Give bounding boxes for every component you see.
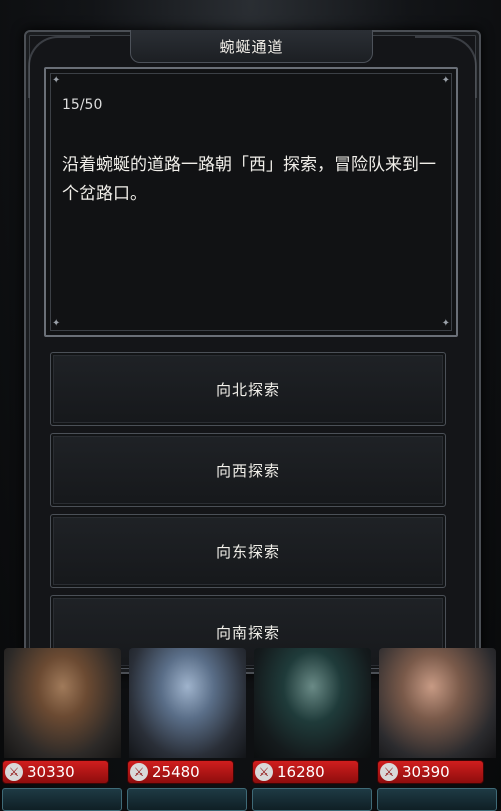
hero-stat-strip: [127, 788, 247, 811]
hero-hp-value: 30390: [402, 763, 450, 781]
sword-shield-icon: ⚔: [380, 763, 398, 781]
option-label: 向东探索: [215, 542, 280, 561]
story-panel: ✦ ✦ ✦ ✦ 15/50 沿着蜿蜒的道路一路朝「西」探索，冒险队来到一个岔路口…: [44, 67, 458, 337]
explore-north-button[interactable]: 向北探索: [50, 352, 446, 426]
sword-shield-icon: ⚔: [5, 763, 23, 781]
options-list: 向北探索 向西探索 向东探索 向南探索: [50, 352, 446, 676]
hero-portrait: [129, 648, 246, 758]
progress-counter: 15/50: [62, 97, 103, 113]
hero-portrait: [4, 648, 121, 758]
hero-roster: ⚔ 30330 ⚔ 25480 ⚔ 16280 ⚔ 30390: [0, 648, 501, 811]
option-label: 向南探索: [215, 623, 280, 642]
hero-stat-strip: [377, 788, 497, 811]
option-label: 向北探索: [215, 380, 280, 399]
hero-portrait: [254, 648, 371, 758]
hero-card[interactable]: ⚔ 30390: [375, 648, 500, 811]
sparkle-icon: ✦: [52, 318, 61, 329]
sword-shield-icon: ⚔: [130, 763, 148, 781]
dialog-title-text: 蜿蜒通道: [219, 37, 284, 56]
sword-shield-icon: ⚔: [255, 763, 273, 781]
hero-hp-value: 25480: [152, 763, 200, 781]
sparkle-icon: ✦: [441, 75, 450, 86]
hero-stat-strip: [2, 788, 122, 811]
sparkle-icon: ✦: [441, 318, 450, 329]
hero-portrait: [379, 648, 496, 758]
hero-hp-value: 30330: [27, 763, 75, 781]
explore-west-button[interactable]: 向西探索: [50, 433, 446, 507]
hero-card[interactable]: ⚔ 16280: [250, 648, 375, 811]
hero-hp-value: 16280: [277, 763, 325, 781]
hero-card[interactable]: ⚔ 30330: [0, 648, 125, 811]
hero-hp-bar: ⚔ 30330: [2, 760, 109, 784]
story-text: 沿着蜿蜒的道路一路朝「西」探索，冒险队来到一个岔路口。: [62, 155, 436, 204]
hero-hp-bar: ⚔ 16280: [252, 760, 359, 784]
hero-card[interactable]: ⚔ 25480: [125, 648, 250, 811]
sparkle-icon: ✦: [52, 75, 61, 86]
dialog-title: 蜿蜒通道: [130, 30, 373, 63]
hero-hp-bar: ⚔ 25480: [127, 760, 234, 784]
hero-hp-bar: ⚔ 30390: [377, 760, 484, 784]
hero-stat-strip: [252, 788, 372, 811]
option-label: 向西探索: [215, 461, 280, 480]
explore-east-button[interactable]: 向东探索: [50, 514, 446, 588]
